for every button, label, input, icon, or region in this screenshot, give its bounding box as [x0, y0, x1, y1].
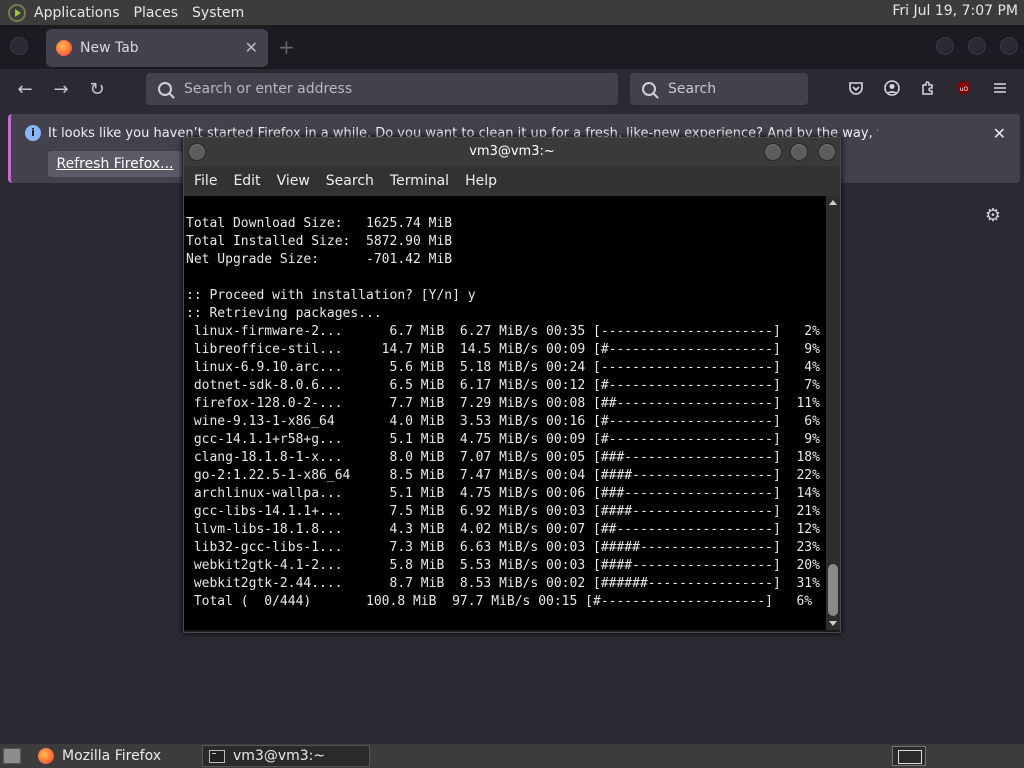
firefox-icon: [56, 40, 72, 56]
gear-icon[interactable]: ⚙: [984, 207, 1002, 225]
scroll-down-icon[interactable]: [829, 621, 837, 626]
terminal-line: llvm-libs-18.1.8... 4.3 MiB 4.02 MiB/s 0…: [186, 522, 820, 537]
terminal-close-button[interactable]: [818, 143, 836, 161]
terminal-line: Net Upgrade Size: -701.42 MiB: [186, 252, 453, 267]
terminal-line: lib32-gcc-libs-1... 7.3 MiB 6.63 MiB/s 0…: [186, 540, 820, 555]
url-bar[interactable]: Search or enter address: [146, 73, 618, 105]
firefox-nav-bar: ← → ↻ Search or enter address Search uO: [0, 69, 1024, 111]
terminal-line: Total Installed Size: 5872.90 MiB: [186, 234, 453, 249]
menu-icon[interactable]: [990, 80, 1010, 100]
terminal-menu-view[interactable]: View: [277, 173, 310, 189]
reload-button[interactable]: ↻: [84, 77, 110, 103]
terminal-line: webkit2gtk-4.1-2... 5.8 MiB 5.53 MiB/s 0…: [186, 558, 820, 573]
firefox-window-menu-button[interactable]: [10, 37, 28, 55]
forward-button[interactable]: →: [48, 77, 74, 103]
menu-applications[interactable]: Applications: [34, 5, 120, 21]
taskbar-item-terminal[interactable]: vm3@vm3:~: [202, 745, 370, 767]
terminal-line: firefox-128.0-2-... 7.7 MiB 7.29 MiB/s 0…: [186, 396, 820, 411]
terminal-menu-button[interactable]: [188, 143, 206, 161]
terminal-line: :: Proceed with installation? [Y/n] y: [186, 288, 476, 303]
terminal-menu-file[interactable]: File: [194, 173, 217, 189]
terminal-line: :: Retrieving packages...: [186, 306, 382, 321]
terminal-menu-edit[interactable]: Edit: [233, 173, 260, 189]
terminal-line: dotnet-sdk-8.0.6... 6.5 MiB 6.17 MiB/s 0…: [186, 378, 820, 393]
terminal-menu-search[interactable]: Search: [326, 173, 374, 189]
tab-new-tab[interactable]: New Tab ✕: [46, 29, 268, 67]
terminal-title-bar[interactable]: vm3@vm3:~: [184, 138, 840, 166]
extensions-icon[interactable]: [918, 80, 938, 100]
minimize-button[interactable]: [936, 37, 954, 55]
terminal-maximize-button[interactable]: [790, 143, 808, 161]
firefox-tab-bar: New Tab ✕ +: [0, 25, 1024, 69]
new-tab-button[interactable]: +: [278, 35, 295, 59]
pocket-icon[interactable]: [846, 80, 866, 100]
terminal-icon: [209, 749, 225, 763]
notification-close-icon[interactable]: ✕: [993, 124, 1006, 143]
terminal-line: wine-9.13-1-x86_64 4.0 MiB 3.53 MiB/s 00…: [186, 414, 820, 429]
terminal-line: linux-firmware-2... 6.7 MiB 6.27 MiB/s 0…: [186, 324, 820, 339]
show-desktop-button[interactable]: [3, 748, 21, 764]
terminal-line: webkit2gtk-2.44.... 8.7 MiB 8.53 MiB/s 0…: [186, 576, 820, 591]
terminal-line: clang-18.1.8-1-x... 8.0 MiB 7.07 MiB/s 0…: [186, 450, 820, 465]
search-icon: [158, 82, 172, 96]
terminal-line: linux-6.9.10.arc... 5.6 MiB 5.18 MiB/s 0…: [186, 360, 820, 375]
menu-system[interactable]: System: [192, 5, 244, 21]
terminal-line: libreoffice-stil... 14.7 MiB 14.5 MiB/s …: [186, 342, 820, 357]
tab-title: New Tab: [80, 40, 139, 56]
terminal-window: vm3@vm3:~ File Edit View Search Terminal…: [183, 137, 841, 633]
info-icon: i: [25, 125, 41, 141]
search-icon: [642, 82, 656, 96]
clock[interactable]: Fri Jul 19, 7:07 PM: [892, 3, 1018, 19]
ublock-icon[interactable]: uO: [954, 80, 974, 100]
refresh-firefox-button[interactable]: Refresh Firefox...: [48, 151, 182, 177]
svg-text:uO: uO: [960, 86, 969, 93]
terminal-line: gcc-libs-14.1.1+... 7.5 MiB 6.92 MiB/s 0…: [186, 504, 820, 519]
top-panel: Applications Places System Fri Jul 19, 7…: [0, 0, 1024, 25]
terminal-output[interactable]: Total Download Size: 1625.74 MiB Total In…: [184, 196, 826, 630]
terminal-line: Total ( 0/444) 100.8 MiB 97.7 MiB/s 00:1…: [186, 594, 813, 609]
terminal-lines: Total Download Size: 1625.74 MiB Total In…: [186, 215, 820, 611]
terminal-minimize-button[interactable]: [764, 143, 782, 161]
firefox-icon: [38, 748, 54, 764]
terminal-menu-bar: File Edit View Search Terminal Help: [184, 166, 840, 196]
search-placeholder: Search: [668, 81, 717, 97]
scroll-up-icon[interactable]: [829, 200, 837, 205]
taskbar-item-firefox[interactable]: Mozilla Firefox: [30, 745, 198, 767]
back-button[interactable]: ←: [12, 77, 38, 103]
taskbar-item-label: Mozilla Firefox: [62, 748, 162, 764]
terminal-scrollbar[interactable]: [826, 196, 840, 630]
search-bar[interactable]: Search: [630, 73, 808, 105]
terminal-menu-help[interactable]: Help: [465, 173, 497, 189]
bottom-taskbar: Mozilla Firefox vm3@vm3:~: [0, 744, 1024, 768]
taskbar-item-label: vm3@vm3:~: [233, 748, 326, 764]
tab-close-icon[interactable]: ✕: [245, 38, 258, 57]
terminal-line: Total Download Size: 1625.74 MiB: [186, 216, 453, 231]
close-window-button[interactable]: [1000, 37, 1018, 55]
terminal-title: vm3@vm3:~: [469, 144, 555, 159]
terminal-line: archlinux-wallpa... 5.1 MiB 4.75 MiB/s 0…: [186, 486, 820, 501]
scrollbar-thumb[interactable]: [828, 564, 838, 616]
maximize-button[interactable]: [968, 37, 986, 55]
workspace-switcher[interactable]: [892, 746, 926, 766]
terminal-line: gcc-14.1.1+r58+g... 5.1 MiB 4.75 MiB/s 0…: [186, 432, 820, 447]
url-placeholder: Search or enter address: [184, 81, 353, 97]
terminal-menu-terminal[interactable]: Terminal: [390, 173, 449, 189]
menu-places[interactable]: Places: [134, 5, 179, 21]
account-icon[interactable]: [882, 80, 902, 100]
mate-logo-icon[interactable]: [8, 3, 26, 22]
terminal-line: go-2:1.22.5-1-x86_64 8.5 MiB 7.47 MiB/s …: [186, 468, 820, 483]
